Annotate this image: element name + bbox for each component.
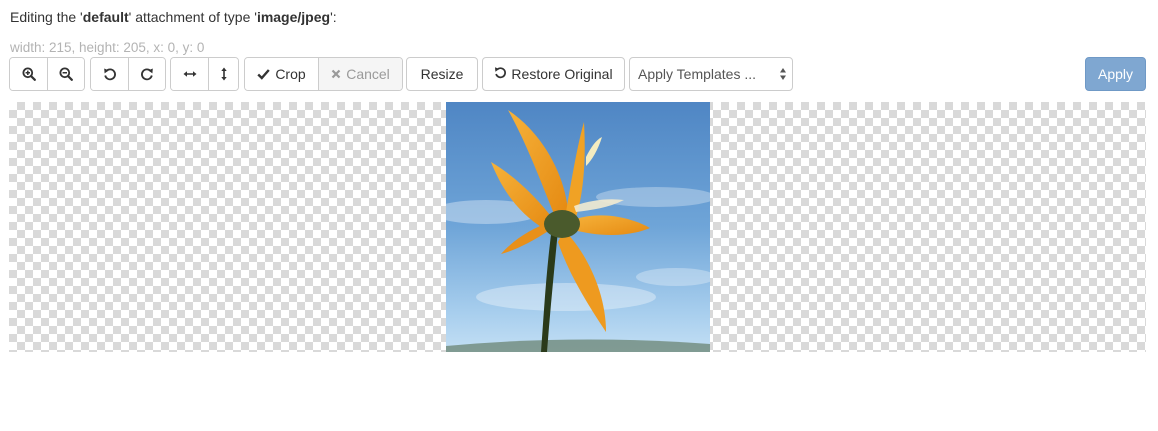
- undo-icon: [494, 66, 507, 82]
- rotate-right-icon: [140, 67, 154, 81]
- crop-button[interactable]: Crop: [245, 58, 318, 90]
- rotate-left-icon: [103, 67, 117, 81]
- editor-heading: Editing the 'default' attachment of type…: [10, 9, 337, 25]
- image-editor-toolbar: Crop Cancel Resize Restore Original Appl…: [0, 57, 1158, 91]
- crop-dimensions-readout: width: 215, height: 205, x: 0, y: 0: [10, 40, 205, 55]
- crop-label: Crop: [275, 66, 306, 82]
- rotate-right-button[interactable]: [128, 58, 165, 90]
- resize-label: Resize: [420, 66, 464, 82]
- apply-label: Apply: [1097, 66, 1134, 82]
- apply-button[interactable]: Apply: [1085, 57, 1146, 91]
- heading-middle: ' attachment of type ': [128, 9, 257, 25]
- apply-templates-select[interactable]: Apply Templates ...: [629, 57, 793, 91]
- zoom-out-icon: [59, 67, 73, 81]
- attachment-name: default: [82, 9, 129, 25]
- zoom-out-button[interactable]: [47, 58, 84, 90]
- rotate-button-group: [90, 57, 166, 91]
- updown-arrows-icon: [779, 67, 787, 84]
- flower-image: [446, 102, 710, 352]
- restore-original-button[interactable]: Restore Original: [482, 57, 625, 91]
- zoom-in-icon: [22, 67, 36, 81]
- flip-horizontal-icon: [183, 67, 197, 81]
- x-icon: [331, 69, 341, 79]
- flip-horizontal-button[interactable]: [171, 58, 208, 90]
- heading-suffix: ':: [330, 9, 337, 25]
- flip-vertical-icon: [217, 67, 231, 81]
- image-canvas[interactable]: [9, 102, 1146, 352]
- rotate-left-button[interactable]: [91, 58, 128, 90]
- zoom-in-button[interactable]: [10, 58, 47, 90]
- crop-button-group: Crop Cancel: [244, 57, 403, 91]
- flip-button-group: [170, 57, 239, 91]
- templates-selected-value: Apply Templates ...: [638, 66, 757, 82]
- check-icon: [257, 68, 271, 80]
- cancel-crop-button[interactable]: Cancel: [318, 58, 402, 90]
- cancel-label: Cancel: [346, 66, 390, 82]
- resize-button[interactable]: Resize: [406, 57, 478, 91]
- attachment-type: image/jpeg: [256, 9, 331, 25]
- restore-label: Restore Original: [511, 66, 613, 82]
- flip-vertical-button[interactable]: [208, 58, 238, 90]
- zoom-button-group: [9, 57, 85, 91]
- heading-prefix: Editing the ': [10, 9, 83, 25]
